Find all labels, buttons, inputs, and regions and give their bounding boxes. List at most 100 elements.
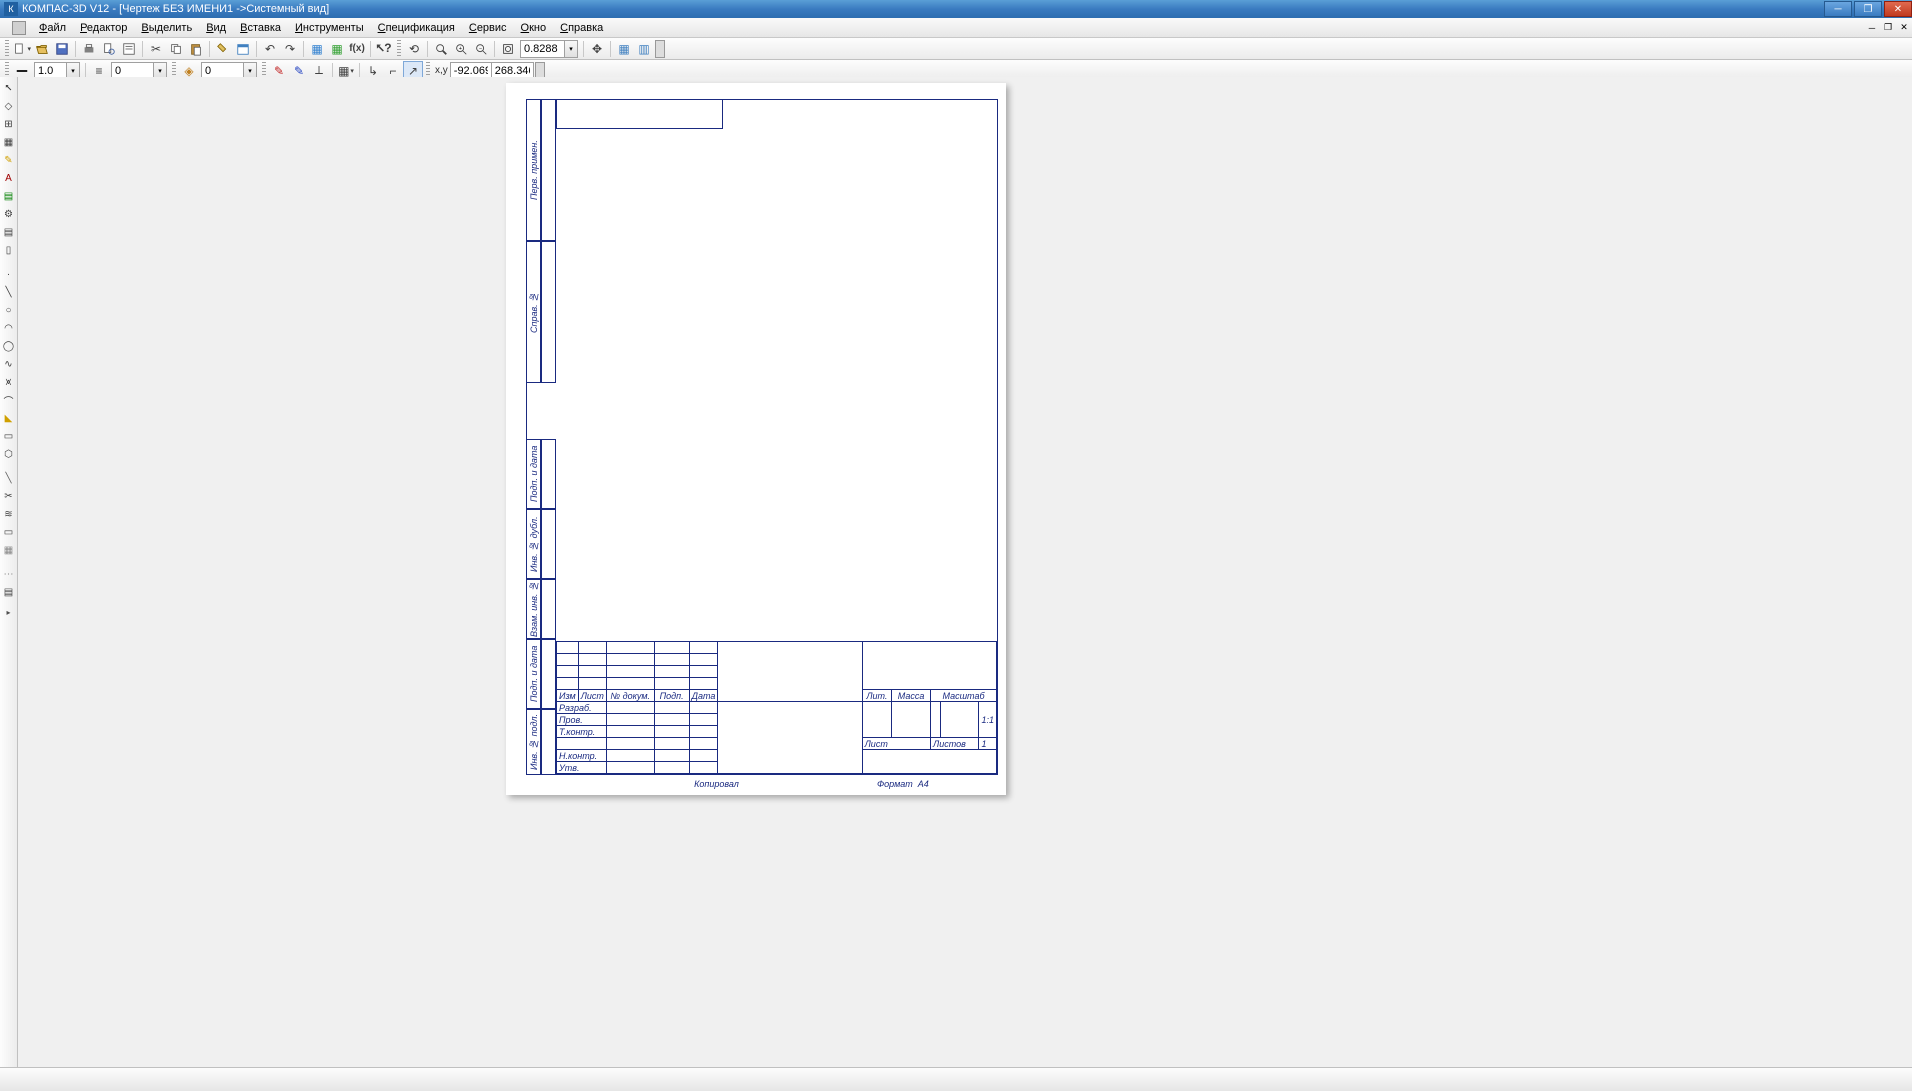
- spline-tool[interactable]: ∿: [1, 356, 17, 372]
- axis-tool[interactable]: ⋯: [1, 566, 17, 582]
- dimension-tool[interactable]: ⊞: [1, 116, 17, 132]
- ellipse-tool[interactable]: ◯: [1, 338, 17, 354]
- point-tool[interactable]: ·: [1, 266, 17, 282]
- side-label: Перв. примен.: [527, 100, 542, 240]
- hatch-tool[interactable]: ▦: [1, 134, 17, 150]
- hatch-region-tool[interactable]: ▦: [1, 542, 17, 558]
- menu-view[interactable]: Вид: [199, 20, 233, 36]
- print-button[interactable]: [79, 39, 99, 59]
- mdi-restore-button[interactable]: ❐: [1880, 21, 1896, 35]
- side-label: Подп. и дата: [527, 640, 542, 708]
- views-button[interactable]: ▦: [327, 39, 347, 59]
- row-razrab: Разраб.: [557, 702, 607, 714]
- col-sign: Подп.: [654, 690, 689, 702]
- zoom-combo[interactable]: ▾: [520, 40, 578, 58]
- side-label: Подп. и дата: [527, 440, 542, 508]
- grip[interactable]: [397, 40, 401, 58]
- polyline-tool[interactable]: ⩙: [1, 374, 17, 390]
- maximize-button[interactable]: ❐: [1854, 1, 1882, 17]
- undo-button[interactable]: ↶: [260, 39, 280, 59]
- new-button[interactable]: [12, 39, 32, 59]
- surface-tool[interactable]: ▤: [1, 584, 17, 600]
- chamfer-tool[interactable]: ◣: [1, 410, 17, 426]
- drawing-canvas[interactable]: Перв. примен. Справ. № Подп. и дата Инв.…: [18, 77, 1912, 1067]
- paste-button[interactable]: [186, 39, 206, 59]
- expand-toolbar-button[interactable]: ▸: [3, 607, 15, 617]
- menu-window[interactable]: Окно: [514, 20, 554, 36]
- spec-tool[interactable]: ▤: [1, 224, 17, 240]
- print-preview-button[interactable]: [99, 39, 119, 59]
- menu-insert[interactable]: Вставка: [233, 20, 288, 36]
- text-tool[interactable]: A: [1, 170, 17, 186]
- fillet-tool[interactable]: ⌒: [1, 392, 17, 408]
- menu-service[interactable]: Сервис: [462, 20, 514, 36]
- toolbar-overflow[interactable]: [655, 40, 665, 58]
- arc-tool[interactable]: ◠: [1, 320, 17, 336]
- save-button[interactable]: [52, 39, 72, 59]
- refresh-button[interactable]: ⟲: [404, 39, 424, 59]
- rect-tool[interactable]: ▭: [1, 428, 17, 444]
- doc-tool[interactable]: ▯: [1, 242, 17, 258]
- grip[interactable]: [5, 40, 9, 58]
- col-mass: Масса: [892, 690, 931, 702]
- zoom-input[interactable]: [520, 40, 564, 58]
- redo-button[interactable]: ↷: [280, 39, 300, 59]
- zoom-window-button[interactable]: [431, 39, 451, 59]
- layers-button[interactable]: ▦: [307, 39, 327, 59]
- copy-button[interactable]: [166, 39, 186, 59]
- trim-tool[interactable]: ✂: [1, 488, 17, 504]
- open-button[interactable]: [32, 39, 52, 59]
- drawing-sheet: Перв. примен. Справ. № Подп. и дата Инв.…: [506, 83, 1006, 795]
- menu-help[interactable]: Справка: [553, 20, 610, 36]
- zoom-out-button[interactable]: −: [471, 39, 491, 59]
- properties-button[interactable]: [119, 39, 139, 59]
- mdi-minimize-button[interactable]: ─: [1864, 21, 1880, 35]
- contour-tool[interactable]: ⬡: [1, 446, 17, 462]
- line-tool[interactable]: ╲: [1, 284, 17, 300]
- help-cursor-button[interactable]: ⭦?: [374, 39, 394, 59]
- edit-tool[interactable]: ✎: [1, 152, 17, 168]
- row-prov: Пров.: [557, 714, 607, 726]
- param-tool[interactable]: ⚙: [1, 206, 17, 222]
- menu-edit[interactable]: Редактор: [73, 20, 134, 36]
- sheets-cnt: 1: [979, 738, 997, 750]
- equidistant-tool[interactable]: ▭: [1, 524, 17, 540]
- side-b3b: [541, 579, 556, 639]
- side-label: Инв. № подл.: [527, 710, 542, 774]
- side-b3a: Взам. инв. №: [526, 579, 541, 639]
- side-b2a: Инв. № дубл.: [526, 509, 541, 579]
- svg-text:+: +: [459, 45, 462, 51]
- snap-toggle-button[interactable]: ▥: [634, 39, 654, 59]
- calendar-icon[interactable]: [233, 39, 253, 59]
- side-col-1b: [541, 99, 556, 241]
- break-tool[interactable]: ≋: [1, 506, 17, 522]
- window-title: КОМПАС-3D V12 - [Чертеж БЕЗ ИМЕНИ1 ->Сис…: [22, 3, 329, 15]
- mdi-close-button[interactable]: ✕: [1896, 21, 1912, 35]
- row-tkontr: Т.контр.: [557, 726, 607, 738]
- app-icon: К: [4, 2, 18, 16]
- zoom-dropdown-arrow[interactable]: ▾: [564, 40, 578, 58]
- menu-select[interactable]: Выделить: [134, 20, 199, 36]
- zoom-fit-button[interactable]: [498, 39, 518, 59]
- menu-spec[interactable]: Спецификация: [371, 20, 462, 36]
- side-b1b: [541, 439, 556, 509]
- col-izm: Изм: [557, 690, 579, 702]
- menu-tools[interactable]: Инструменты: [288, 20, 371, 36]
- minimize-button[interactable]: ─: [1824, 1, 1852, 17]
- close-button[interactable]: ✕: [1884, 1, 1912, 17]
- svg-text:−: −: [479, 45, 482, 51]
- circle-tool[interactable]: ○: [1, 302, 17, 318]
- select-tool[interactable]: ⭦: [1, 80, 17, 96]
- geometry-tool[interactable]: ◇: [1, 98, 17, 114]
- mdi-document-icon: [12, 21, 26, 35]
- pan-button[interactable]: ✥: [587, 39, 607, 59]
- aux-line-tool[interactable]: ╲: [1, 470, 17, 486]
- format-painter-button[interactable]: [213, 39, 233, 59]
- menu-file[interactable]: Файл: [32, 20, 73, 36]
- side-b5b: [541, 709, 556, 775]
- cut-button[interactable]: ✂: [146, 39, 166, 59]
- grid-toggle-button[interactable]: ▦: [614, 39, 634, 59]
- table-tool[interactable]: ▤: [1, 188, 17, 204]
- zoom-in-button[interactable]: +: [451, 39, 471, 59]
- fx-button[interactable]: f(x): [347, 39, 367, 59]
